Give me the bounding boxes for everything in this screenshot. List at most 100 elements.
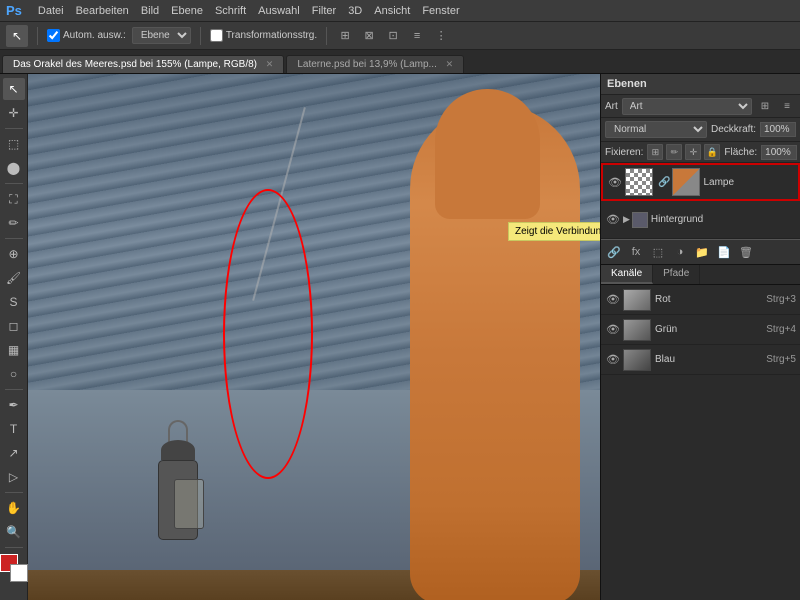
- channel-blau-thumb: [623, 349, 651, 371]
- tool-move[interactable]: ✛: [3, 102, 25, 124]
- layers-bottom-bar: 🔗 fx ⬚ ◑ 📁 📄 🗑: [601, 239, 800, 265]
- tab-secondary-close[interactable]: ✕: [446, 59, 454, 69]
- align-icon-1[interactable]: ⊞: [336, 27, 354, 45]
- channel-blau[interactable]: 👁 Blau Strg+5: [601, 345, 800, 375]
- transformation-label: Transformationsstrg.: [226, 30, 317, 41]
- align-icon-4[interactable]: ≡: [408, 27, 426, 45]
- channel-gruen-thumb: [623, 319, 651, 341]
- tab-main[interactable]: Das Orakel des Meeres.psd bei 155% (Lamp…: [2, 55, 284, 73]
- tool-pen[interactable]: ✒: [3, 394, 25, 416]
- lock-pixels-btn[interactable]: ✏: [666, 144, 682, 160]
- move-tool-btn[interactable]: ↖: [6, 25, 28, 47]
- lantern-glass: [174, 479, 204, 529]
- tool-gradient[interactable]: ▦: [3, 339, 25, 361]
- tool-eraser[interactable]: ◻: [3, 315, 25, 337]
- menu-ebene[interactable]: Ebene: [171, 5, 203, 17]
- tool-brush[interactable]: 🖌: [3, 267, 25, 289]
- menu-bild[interactable]: Bild: [141, 5, 159, 17]
- channel-rot-name: Rot: [655, 294, 766, 305]
- lock-transparent-btn[interactable]: ⊞: [647, 144, 663, 160]
- tool-arrow[interactable]: ↖: [3, 78, 25, 100]
- filter-icon[interactable]: ≡: [778, 97, 796, 115]
- menu-bearbeiten[interactable]: Bearbeiten: [76, 5, 129, 17]
- channel-blau-eye[interactable]: 👁: [605, 352, 621, 368]
- tool-dodge[interactable]: ○: [3, 363, 25, 385]
- chain-icon[interactable]: 🔗: [658, 177, 670, 188]
- lock-row: Fixieren: ⊞ ✏ ✛ 🔒 Fläche:: [601, 142, 800, 163]
- menu-datei[interactable]: Datei: [38, 5, 64, 17]
- new-group-btn[interactable]: 📁: [693, 243, 711, 261]
- autom-label: Autom. ausw.:: [63, 30, 126, 41]
- channel-gruen[interactable]: 👁 Grün Strg+4: [601, 315, 800, 345]
- menu-auswahl[interactable]: Auswahl: [258, 5, 300, 17]
- lantern-body: [158, 460, 198, 540]
- align-icon-2[interactable]: ⊠: [360, 27, 378, 45]
- layer-hintergrund-eye[interactable]: 👁: [605, 212, 621, 228]
- delete-layer-btn[interactable]: 🗑: [737, 243, 755, 261]
- main-area: ↖ ✛ ⬚ ⬤ ⛶ ✏ ⊕ 🖌 S ◻ ▦ ○ ✒ T ↗ ▷ ✋ 🔍: [0, 74, 800, 600]
- add-style-btn[interactable]: fx: [627, 243, 645, 261]
- opacity-label: Deckkraft:: [711, 124, 756, 135]
- tool-clone[interactable]: S: [3, 291, 25, 313]
- blend-mode-select[interactable]: Normal: [605, 121, 707, 138]
- tool-text[interactable]: T: [3, 418, 25, 440]
- autom-check[interactable]: [47, 29, 60, 42]
- ebene-select[interactable]: Ebene: [132, 27, 191, 44]
- layer-lampe[interactable]: 👁 🔗 Lampe: [601, 163, 800, 201]
- layer-hintergrund-folder: [632, 212, 648, 228]
- menu-ansicht[interactable]: Ansicht: [374, 5, 410, 17]
- tab-secondary-label: Laterne.psd bei 13,9% (Lamp...: [297, 59, 437, 70]
- tool-heal[interactable]: ⊕: [3, 243, 25, 265]
- tool-lasso[interactable]: ⬤: [3, 157, 25, 179]
- transformation-checkbox[interactable]: Transformationsstrg.: [210, 29, 317, 42]
- lock-all-btn[interactable]: 🔒: [704, 144, 720, 160]
- tool-path-select[interactable]: ↗: [3, 442, 25, 464]
- link-layers-btn[interactable]: 🔗: [605, 243, 623, 261]
- channel-rot-eye[interactable]: 👁: [605, 292, 621, 308]
- tooltip-box: Zeigt die Verbindung von Ebenenmaske und…: [508, 222, 600, 241]
- transformation-check[interactable]: [210, 29, 223, 42]
- menu-filter[interactable]: Filter: [312, 5, 336, 17]
- new-layer-btn[interactable]: 📄: [715, 243, 733, 261]
- background-color[interactable]: [10, 564, 28, 582]
- tool-sep-2: [5, 183, 23, 184]
- tool-zoom[interactable]: 🔍: [3, 521, 25, 543]
- autom-checkbox[interactable]: Autom. ausw.:: [47, 29, 126, 42]
- search-row: Art Art ⊞ ≡: [601, 95, 800, 118]
- opacity-row: Deckkraft:: [711, 122, 796, 137]
- menu-schrift[interactable]: Schrift: [215, 5, 246, 17]
- channel-rot-shortcut: Strg+3: [766, 294, 796, 305]
- tool-shape[interactable]: ▷: [3, 466, 25, 488]
- tool-eyedropper[interactable]: ✏: [3, 212, 25, 234]
- flaech-input[interactable]: [761, 145, 797, 160]
- add-mask-btn[interactable]: ⬚: [649, 243, 667, 261]
- channel-rot[interactable]: 👁 Rot Strg+3: [601, 285, 800, 315]
- channel-rot-thumb: [623, 289, 651, 311]
- layer-lampe-name: Lampe: [703, 177, 734, 188]
- tab-pfade[interactable]: Pfade: [653, 265, 700, 284]
- tool-sep-4: [5, 389, 23, 390]
- lock-position-btn[interactable]: ✛: [685, 144, 701, 160]
- tool-rect-select[interactable]: ⬚: [3, 133, 25, 155]
- align-icon-5[interactable]: ⋮: [432, 27, 450, 45]
- opacity-input[interactable]: [760, 122, 796, 137]
- search-icon-btn[interactable]: ⊞: [756, 97, 774, 115]
- layer-hintergrund-arrow[interactable]: ▶: [623, 214, 630, 225]
- layer-hintergrund[interactable]: 👁 ▶ Hintergrund: [601, 201, 800, 239]
- flaech-row: Fläche:: [724, 145, 797, 160]
- menu-3d[interactable]: 3D: [348, 5, 362, 17]
- tab-secondary[interactable]: Laterne.psd bei 13,9% (Lamp... ✕: [286, 55, 464, 73]
- channel-blau-name: Blau: [655, 354, 766, 365]
- tab-kanaele[interactable]: Kanäle: [601, 265, 653, 284]
- add-adjustment-btn[interactable]: ◑: [671, 243, 689, 261]
- align-icon-3[interactable]: ⊡: [384, 27, 402, 45]
- tool-crop[interactable]: ⛶: [3, 188, 25, 210]
- menu-fenster[interactable]: Fenster: [422, 5, 459, 17]
- tab-main-close[interactable]: ✕: [266, 59, 274, 69]
- color-squares: [0, 554, 28, 582]
- channel-gruen-eye[interactable]: 👁: [605, 322, 621, 338]
- art-select[interactable]: Art: [622, 98, 752, 115]
- layer-lampe-eye[interactable]: 👁: [607, 174, 623, 190]
- tool-hand[interactable]: ✋: [3, 497, 25, 519]
- layers-title: Ebenen: [607, 78, 647, 90]
